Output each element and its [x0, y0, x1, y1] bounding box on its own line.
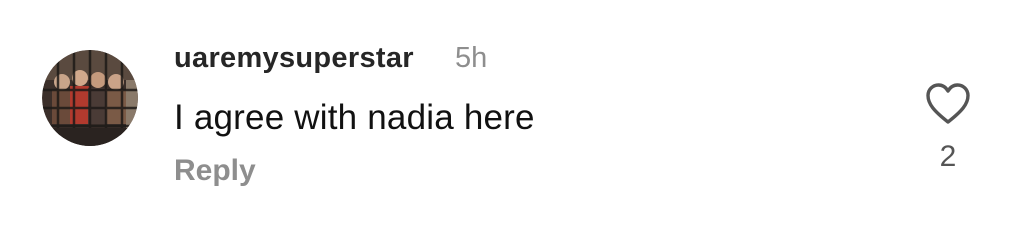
like-button[interactable] [924, 82, 972, 126]
avatar-photo-icon [42, 50, 138, 146]
like-count: 2 [939, 140, 957, 173]
avatar[interactable] [42, 50, 138, 146]
comment-text: I agree with nadia here [174, 98, 535, 137]
comment-username[interactable]: uaremysuperstar [174, 42, 414, 75]
comment-timestamp: 5h [455, 42, 488, 74]
comment-item: uaremysuperstar 5h I agree with nadia he… [0, 0, 1024, 244]
heart-outline-icon [926, 83, 970, 124]
reply-button[interactable]: Reply [174, 154, 256, 188]
